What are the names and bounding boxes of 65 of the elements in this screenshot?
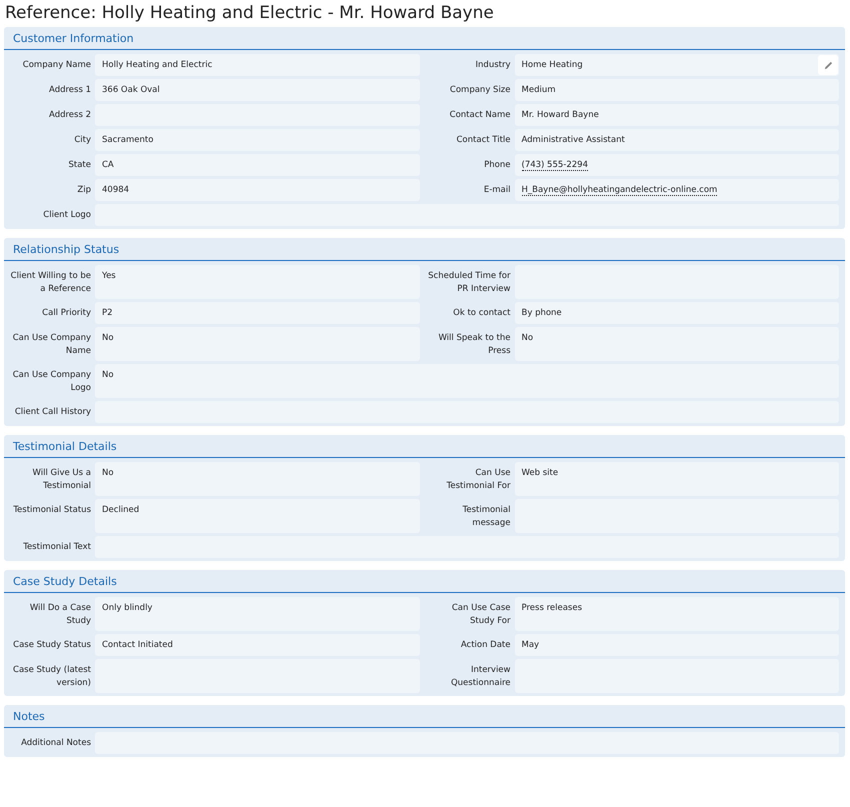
field-label: Can Use Company Name: [12, 332, 91, 358]
page-title: Reference: Holly Heating and Electric - Mr. Howard Bayne: [5, 3, 495, 23]
field-label: Testimonial message: [462, 504, 510, 530]
value-text: CA: [102, 160, 114, 170]
field-label: City: [73, 134, 91, 147]
field-label: Address 1: [48, 84, 91, 97]
field-label: Action Date: [460, 639, 510, 652]
field-label: Contact Title: [456, 134, 510, 147]
field-label: Client Logo: [42, 209, 91, 222]
link-text[interactable]: H_Bayne@hollyheatingandelectric-online.com: [522, 185, 718, 196]
field-label: Interview Questionnaire: [450, 664, 510, 690]
field-label: Testimonial Status: [12, 504, 91, 517]
link-text[interactable]: (743) 555-2294: [522, 160, 588, 171]
field-label: Client Call History: [14, 406, 91, 419]
field-label: Will Give Us a Testimonial: [32, 467, 91, 493]
field-label: Client Willing to be a Reference: [10, 270, 91, 296]
field-label: E-mail: [482, 184, 510, 197]
field-label: Call Priority: [41, 307, 91, 320]
value-text: Administrative Assistant: [522, 135, 625, 145]
value-text: No: [102, 333, 114, 343]
value-text: No: [522, 333, 534, 343]
field-label: Case Study Status: [12, 639, 91, 652]
field-label: Case Study (latest version): [12, 664, 91, 690]
section-title: Customer Information: [13, 32, 134, 44]
field-label: Ok to contact: [452, 307, 510, 320]
field-label: Can Use Testimonial For: [446, 467, 510, 493]
field-label: Testimonial Text: [22, 541, 91, 554]
value-text: Yes: [102, 271, 116, 281]
pencil-icon: [824, 60, 832, 70]
value-text: Contact Initiated: [102, 640, 173, 650]
field-label: Contact Name: [448, 109, 510, 122]
field-label: Can Use Case Study For: [450, 602, 510, 628]
value-text: No: [102, 468, 114, 478]
field-label: Industry: [474, 59, 510, 72]
field-label: Scheduled Time for PR Interview: [427, 270, 510, 296]
field-label: Can Use Company Logo: [12, 369, 91, 395]
field-label: Company Size: [448, 84, 510, 97]
field-label: Will Do a Case Study: [28, 602, 91, 628]
value-text: 40984: [102, 185, 130, 195]
value-text: Medium: [522, 85, 556, 95]
section-title: Case Study Details: [13, 574, 117, 588]
field-label: Additional Notes: [20, 737, 91, 750]
value-text: By phone: [522, 308, 562, 318]
value-text: No: [102, 370, 114, 380]
field-label: Company Name: [22, 59, 91, 72]
value-text: Mr. Howard Bayne: [522, 110, 599, 120]
value-text: Press releases: [522, 603, 582, 613]
section-title: Notes: [13, 710, 45, 722]
value-text: Declined: [102, 505, 140, 515]
value-text: P2: [102, 308, 113, 318]
value-text: Web site: [522, 468, 558, 478]
value-text: Holly Heating and Electric: [102, 60, 212, 70]
field-label: Phone: [483, 159, 510, 172]
field-label: State: [68, 159, 91, 172]
value-text: Sacramento: [102, 135, 154, 145]
value-text: Home Heating: [522, 60, 583, 70]
section-title: Testimonial Details: [13, 440, 117, 452]
value-text: 366 Oak Oval: [102, 85, 160, 95]
value-text: May: [522, 640, 540, 650]
value-text: Only blindly: [102, 603, 152, 613]
section-title: Relationship Status: [13, 242, 120, 256]
field-label: Address 2: [48, 109, 91, 122]
field-label: Zip: [76, 184, 91, 197]
field-label: Will Speak to the Press: [437, 332, 510, 358]
edit-button[interactable]: [818, 55, 838, 75]
